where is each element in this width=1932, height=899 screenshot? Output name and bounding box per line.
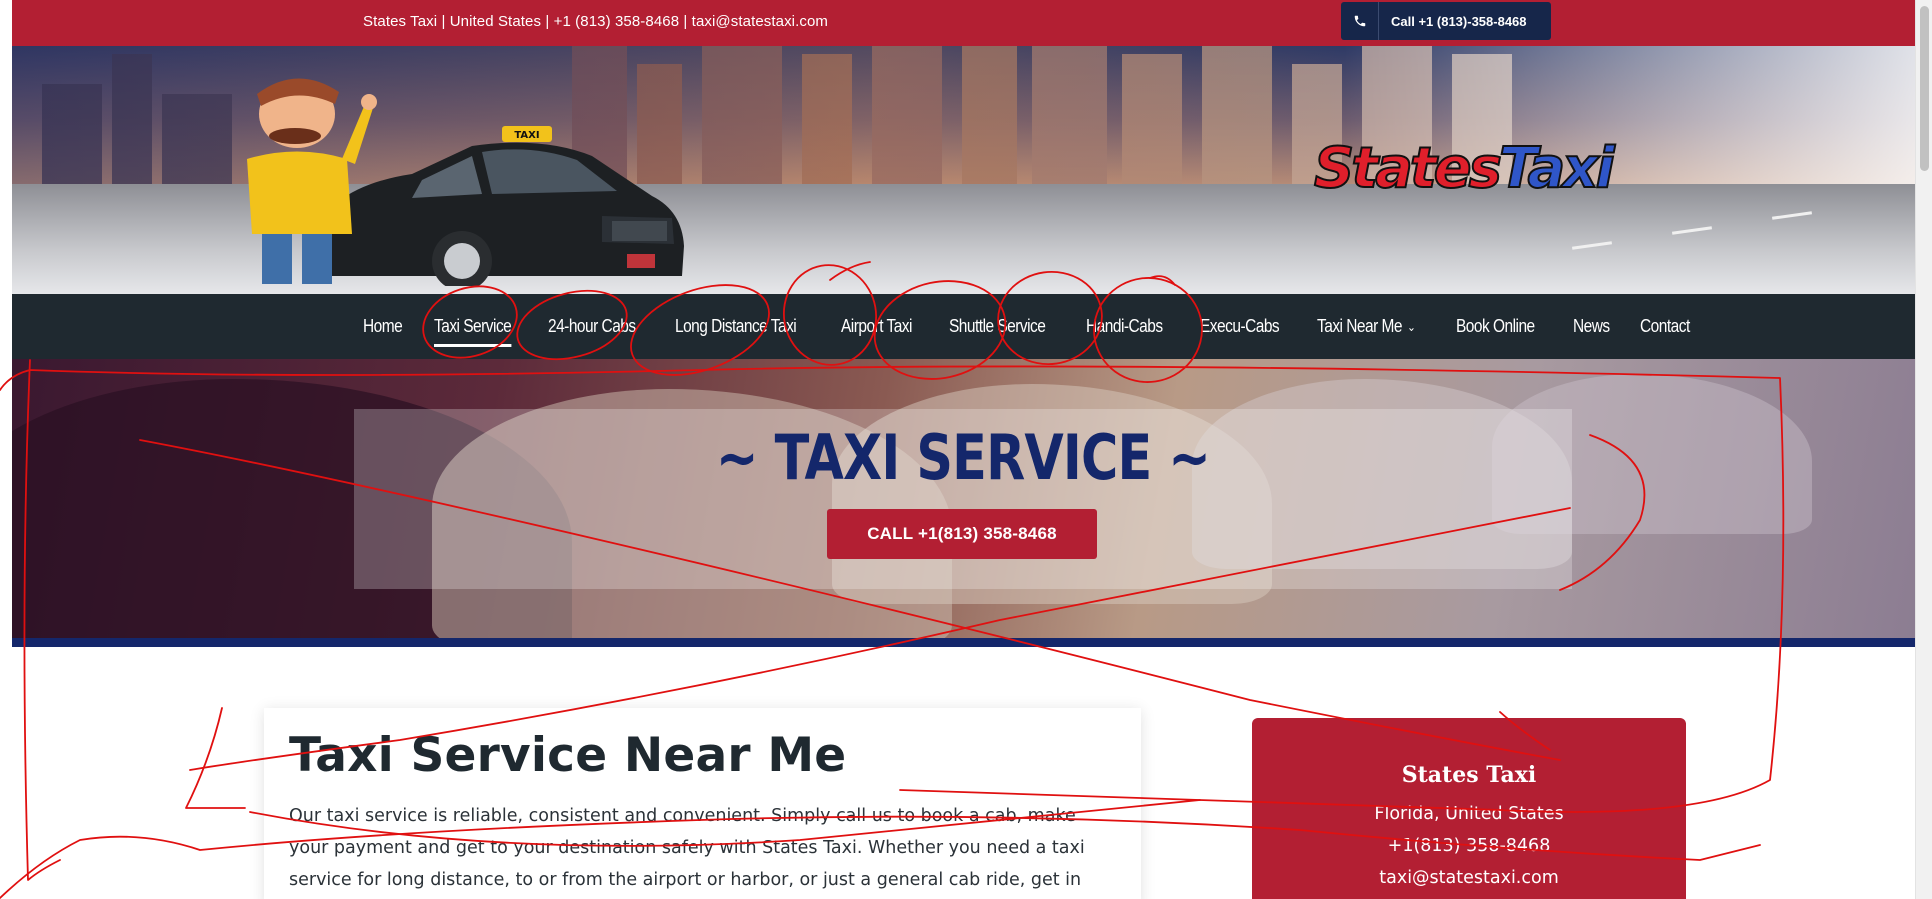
nav-item-taxi-service[interactable]: Taxi Service	[433, 294, 512, 359]
chevron-down-icon: ⌄	[1407, 319, 1416, 334]
page-heading: Taxi Service Near Me	[289, 728, 847, 783]
nav-item-contact[interactable]: Contact	[1640, 294, 1690, 359]
phone-icon	[1341, 2, 1379, 40]
driver-mascot-image	[247, 78, 377, 284]
contact-card-title: States Taxi	[1401, 762, 1537, 788]
nav-item-taxi-near-me[interactable]: Taxi Near Me ⌄	[1316, 294, 1416, 359]
nav-item-label: Handi-Cabs	[1085, 316, 1163, 336]
nav-item-label: Home	[363, 316, 403, 336]
hero-section: ~ TAXI SERVICE ~ CALL +1(813) 358-8468	[12, 359, 1915, 638]
nav-item-handi-cabs[interactable]: Handi-Cabs	[1086, 294, 1163, 359]
main-navigation: Home Taxi Service 24-hour Cabs Long Distanc…	[12, 294, 1915, 359]
nav-item-label: 24-hour Cabs	[548, 316, 637, 336]
page: States Taxi | United States | +1 (813) 3…	[12, 0, 1915, 899]
top-bar-contact-info: States Taxi | United States | +1 (813) 3…	[363, 13, 829, 30]
nav-item-label: Book Online	[1456, 316, 1535, 336]
contact-email-link[interactable]: taxi@statestaxi.com	[1252, 866, 1686, 890]
viewport-left-margin	[0, 0, 12, 899]
logo-states-text: States	[1313, 135, 1503, 202]
call-now-button[interactable]: Call +1 (813)-358-8468	[1341, 2, 1551, 40]
contact-card: States Taxi Florida, United States +1(81…	[1252, 718, 1686, 899]
contact-phone-link[interactable]: +1(813) 358-8468	[1252, 834, 1686, 858]
nav-item-24-hour-cabs[interactable]: 24-hour Cabs	[548, 294, 636, 359]
logo-taxi-text: Taxi	[1498, 135, 1616, 202]
hero-title: ~ TAXI SERVICE ~	[715, 421, 1211, 494]
states-taxi-logo[interactable]: StatesTaxi	[1313, 135, 1616, 206]
road-marking	[1671, 226, 1713, 235]
intro-paragraph: Our taxi service is reliable, consistent…	[289, 806, 1085, 890]
nav-item-airport-taxi[interactable]: Airport Taxi	[841, 294, 912, 359]
scrollbar-thumb[interactable]	[1920, 6, 1929, 171]
nav-item-book-online[interactable]: Book Online	[1456, 294, 1535, 359]
nav-item-news[interactable]: News	[1573, 294, 1610, 359]
hero-call-button[interactable]: CALL +1(813) 358-8468	[827, 509, 1097, 559]
top-bar: States Taxi | United States | +1 (813) 3…	[12, 0, 1915, 46]
road-marking	[1771, 211, 1813, 220]
nav-item-label: Contact	[1640, 316, 1691, 336]
hero-overlay-box: ~ TAXI SERVICE ~	[354, 409, 1572, 589]
nav-item-label: Airport Taxi	[841, 316, 913, 336]
contact-location: Florida, United States	[1374, 804, 1564, 824]
nav-item-label: News	[1572, 316, 1610, 336]
nav-item-label: Execu-Cabs	[1199, 316, 1280, 336]
nav-item-execu-cabs[interactable]: Execu-Cabs	[1199, 294, 1280, 359]
nav-list: Home Taxi Service 24-hour Cabs Long Distanc…	[363, 294, 1723, 359]
content-card: Taxi Service Near Me Our taxi service is…	[264, 708, 1141, 899]
call-now-label: Call +1 (813)-358-8468	[1391, 13, 1527, 29]
nav-item-long-distance-taxi[interactable]: Long Distance Taxi	[675, 294, 797, 359]
nav-item-label: Long Distance Taxi	[675, 316, 797, 336]
nav-item-label: Taxi Service	[433, 316, 512, 336]
nav-item-label: Shuttle Service	[948, 316, 1046, 336]
header-banner: TAXI StatesTaxi	[12, 46, 1915, 294]
taxi-sign-text: TAXI	[514, 130, 539, 141]
nav-item-shuttle-service[interactable]: Shuttle Service	[948, 294, 1046, 359]
road-marking	[1571, 241, 1613, 250]
nav-item-label: Taxi Near Me	[1316, 316, 1403, 336]
hero-bottom-stripe	[12, 638, 1915, 647]
page-scrollbar[interactable]	[1915, 0, 1932, 899]
nav-item-home[interactable]: Home	[363, 294, 403, 359]
